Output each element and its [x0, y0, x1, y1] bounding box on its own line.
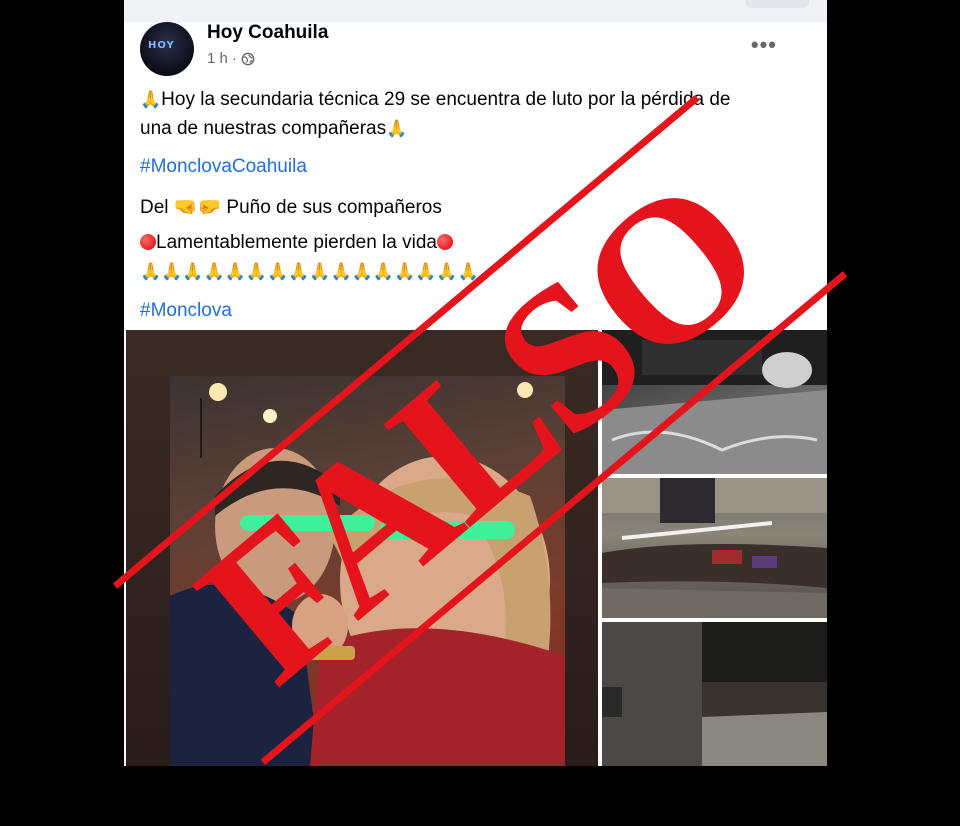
- post-text-line-2: una de nuestras compañeras🙏: [140, 118, 408, 139]
- pray-emoji: 🙏: [140, 90, 162, 109]
- burned-room-illustration-2: [602, 478, 827, 618]
- page-avatar[interactable]: HOY: [140, 22, 194, 76]
- selfie-illustration: [170, 382, 565, 766]
- more-options-icon[interactable]: •••: [751, 32, 777, 58]
- prayer-emojis: 🙏🙏🙏🙏🙏🙏🙏🙏🙏🙏🙏🙏🙏🙏🙏🙏: [140, 262, 479, 281]
- facebook-post: HOY Hoy Coahuila 1 h · ••• 🙏Hoy la secun…: [124, 0, 827, 766]
- hashtag-monclova[interactable]: #Monclova: [140, 300, 232, 322]
- main-photo[interactable]: [126, 330, 598, 766]
- red-circle-icon: [140, 234, 156, 250]
- burned-room-illustration-1: [602, 330, 827, 474]
- top-bar: [124, 0, 827, 22]
- post-text-lamentable: Lamentablemente pierden la vida: [140, 232, 453, 254]
- post-time[interactable]: 1 h: [207, 50, 228, 67]
- burned-room-photo-1[interactable]: [602, 330, 827, 474]
- avatar-logo-text: HOY: [148, 40, 175, 51]
- red-circle-icon: [436, 234, 453, 250]
- top-button[interactable]: [745, 0, 809, 8]
- post-text-fist: Del 🤜🤛 Puño de sus compañeros: [140, 197, 442, 218]
- post-text-line-1: 🙏Hoy la secundaria técnica 29 se encuent…: [140, 89, 731, 110]
- hashtag-monclova-coahuila[interactable]: #MonclovaCoahuila: [140, 156, 307, 178]
- burned-room-photo-3[interactable]: [602, 622, 827, 766]
- burned-room-photo-2[interactable]: [602, 478, 827, 618]
- pray-emoji: 🙏: [386, 119, 408, 138]
- page-name-link[interactable]: Hoy Coahuila: [207, 22, 328, 44]
- fist-bump-emoji: 🤜🤛: [173, 197, 222, 218]
- photo-grid: [124, 328, 827, 766]
- burned-room-illustration-3: [602, 622, 827, 766]
- post-meta: 1 h ·: [207, 50, 255, 67]
- globe-icon: [241, 52, 255, 65]
- selfie-photo: [170, 376, 565, 766]
